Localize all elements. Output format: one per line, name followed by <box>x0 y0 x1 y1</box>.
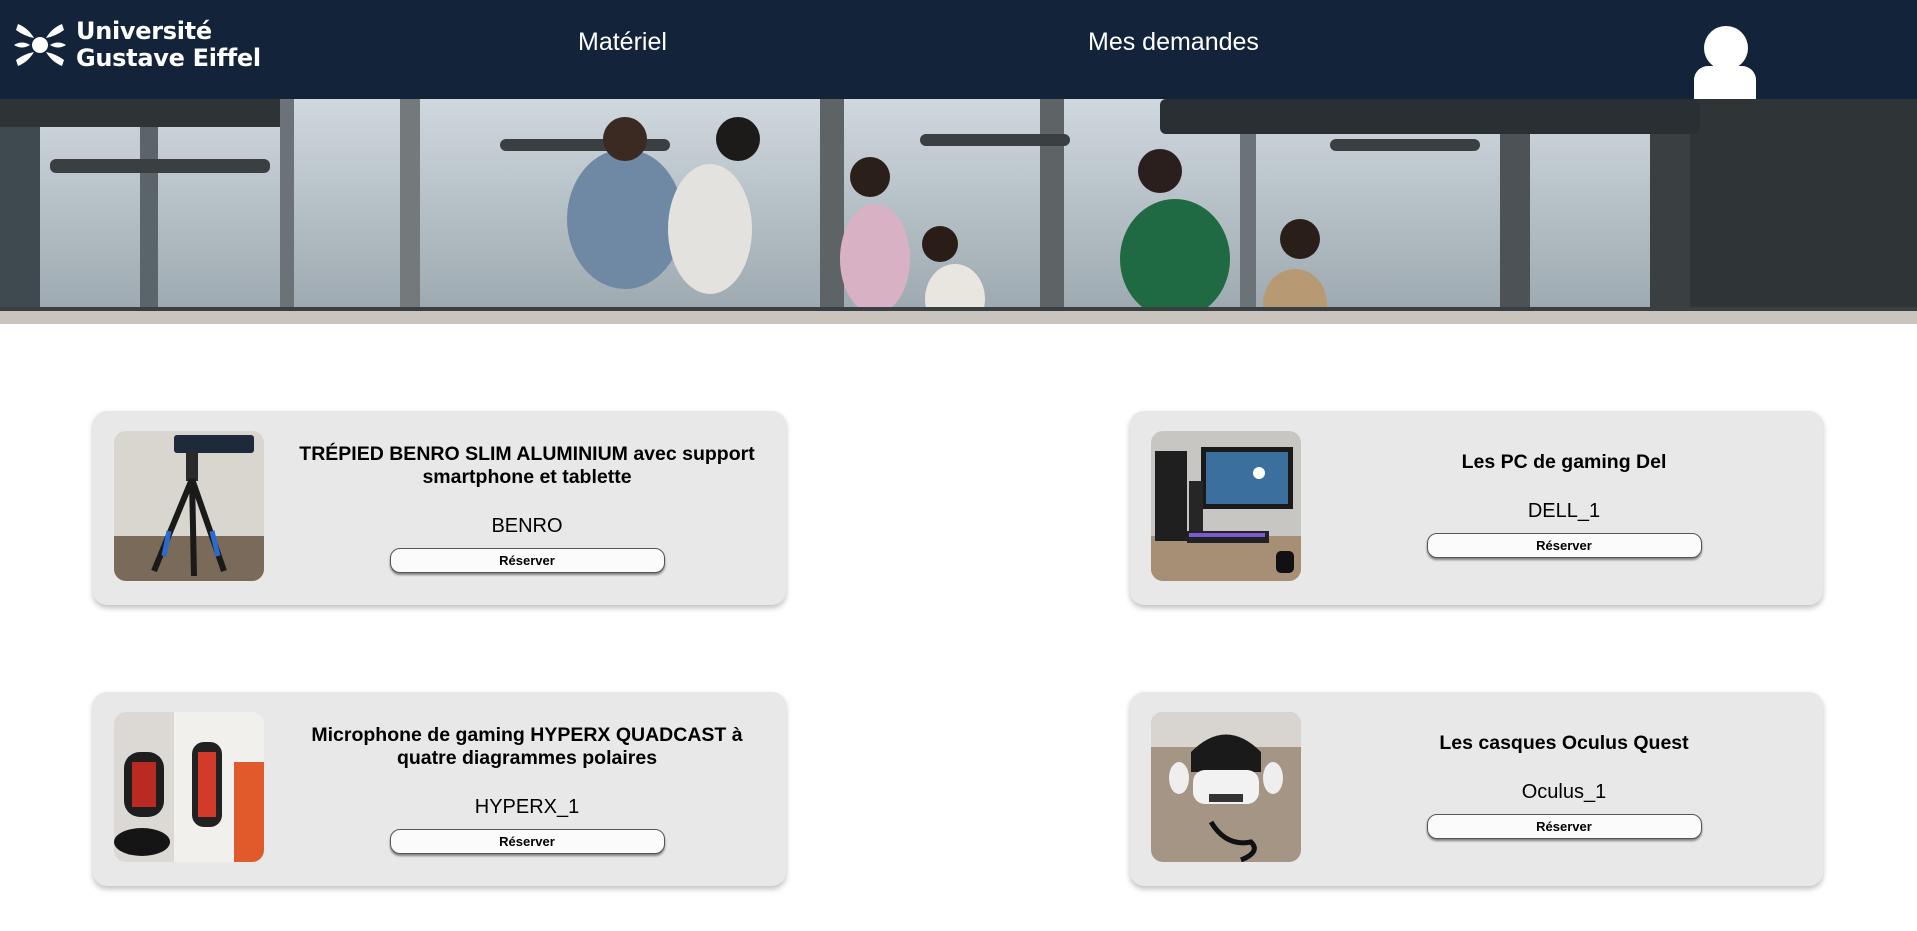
reserve-button[interactable]: Réserver <box>1426 813 1702 839</box>
product-info: Les PC de gaming Del DELL_1 Réserver <box>1329 411 1799 605</box>
product-title: TRÉPIED BENRO SLIM ALUMINIUM avec suppor… <box>299 443 755 488</box>
logo-text: Université Gustave Eiffel <box>76 18 261 72</box>
product-info: TRÉPIED BENRO SLIM ALUMINIUM avec suppor… <box>292 411 762 605</box>
reserve-button[interactable]: Réserver <box>1426 532 1702 558</box>
logo-line-2: Gustave Eiffel <box>76 44 261 72</box>
nav-link-mes-demandes[interactable]: Mes demandes <box>1088 28 1259 57</box>
product-card: Les PC de gaming Del DELL_1 Réserver <box>1130 411 1823 605</box>
user-avatar-icon[interactable] <box>1692 26 1758 99</box>
product-card: TRÉPIED BENRO SLIM ALUMINIUM avec suppor… <box>93 411 786 605</box>
product-card: Microphone de gaming HYPERX QUADCAST à q… <box>93 692 786 886</box>
nav-link-materiel[interactable]: Matériel <box>578 28 667 57</box>
product-info: Les casques Oculus Quest Oculus_1 Réserv… <box>1329 692 1799 886</box>
hero-banner-image <box>0 99 1917 324</box>
product-info: Microphone de gaming HYPERX QUADCAST à q… <box>292 692 762 886</box>
product-image <box>1151 712 1301 862</box>
product-image <box>1151 431 1301 581</box>
university-logo[interactable]: Université Gustave Eiffel <box>14 18 261 72</box>
logo-line-1: Université <box>76 17 212 45</box>
product-title: Les PC de gaming Del <box>1461 450 1667 473</box>
product-reference: BENRO <box>491 515 563 537</box>
product-reference: HYPERX_1 <box>474 796 580 818</box>
reserve-button[interactable]: Réserver <box>389 829 665 854</box>
product-reference: Oculus_1 <box>1521 780 1607 803</box>
product-title: Les casques Oculus Quest <box>1439 731 1689 754</box>
logo-mark-icon <box>14 18 66 72</box>
product-reference: DELL_1 <box>1527 499 1601 522</box>
product-image <box>114 431 264 581</box>
product-title: Microphone de gaming HYPERX QUADCAST à q… <box>311 724 743 769</box>
reserve-button[interactable]: Réserver <box>389 548 665 573</box>
top-navbar: Université Gustave Eiffel Matériel Mes d… <box>0 0 1917 99</box>
product-image <box>114 712 264 862</box>
product-card: Les casques Oculus Quest Oculus_1 Réserv… <box>1130 692 1823 886</box>
